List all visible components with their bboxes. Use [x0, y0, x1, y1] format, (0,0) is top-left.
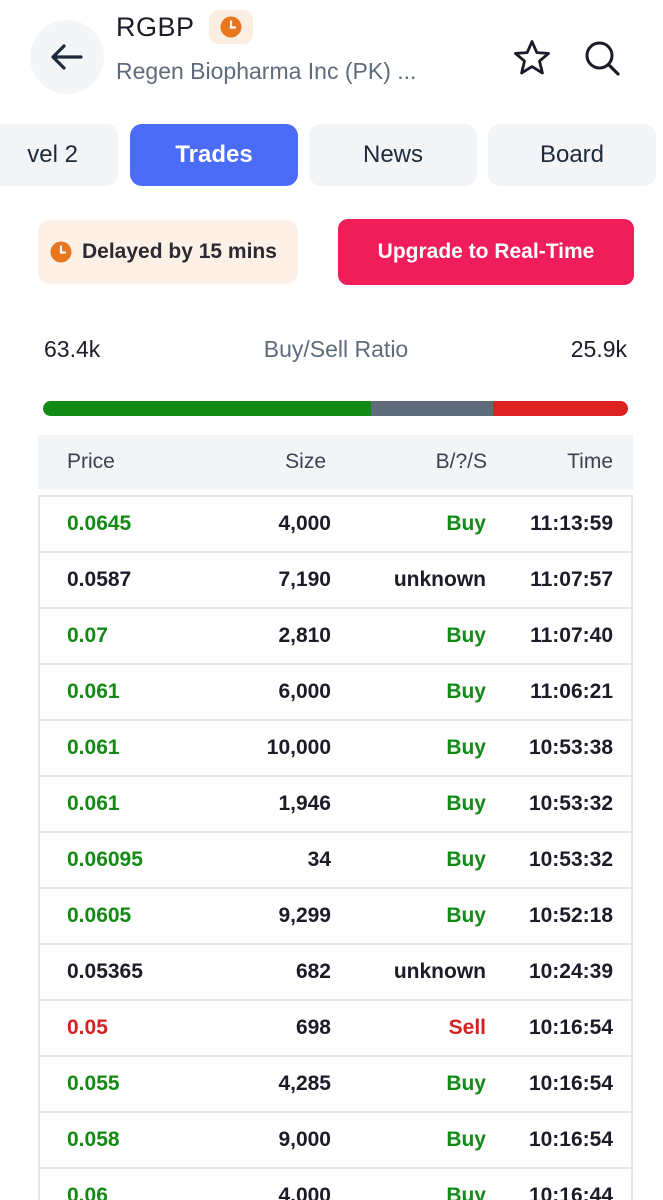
trade-price: 0.06095 — [67, 848, 143, 871]
trade-side: Sell — [448, 1016, 486, 1039]
trade-side: Buy — [446, 1128, 486, 1151]
trade-time: 10:53:32 — [528, 848, 613, 871]
trade-time: 10:16:54 — [528, 1072, 613, 1095]
trade-price: 0.061 — [67, 680, 120, 703]
trade-time: 11:07:57 — [530, 568, 613, 591]
trade-price: 0.0645 — [67, 512, 132, 535]
trade-time: 11:13:59 — [530, 512, 613, 535]
column-header-time: Time — [567, 450, 613, 473]
trade-price: 0.05365 — [67, 960, 143, 983]
column-header-side: B/?/S — [435, 450, 487, 473]
tab-news[interactable]: News — [309, 124, 477, 186]
table-row[interactable]: 0.05 698 Sell 10:16:54 — [40, 1001, 631, 1057]
arrow-left-icon — [51, 44, 83, 70]
delay-notice-label: Delayed by 15 mins — [82, 240, 277, 263]
trade-time: 10:52:18 — [528, 904, 613, 927]
trade-side: Buy — [446, 736, 486, 759]
trade-size: 34 — [307, 848, 331, 871]
table-row[interactable]: 0.07 2,810 Buy 11:07:40 — [40, 609, 631, 665]
trade-size: 4,000 — [278, 512, 331, 535]
trade-size: 2,810 — [278, 624, 331, 647]
trade-size: 7,190 — [278, 568, 331, 591]
trade-time: 10:53:32 — [528, 792, 613, 815]
column-header-price: Price — [67, 450, 115, 473]
tab-trades[interactable]: Trades — [130, 124, 298, 186]
table-row[interactable]: 0.061 1,946 Buy 10:53:32 — [40, 777, 631, 833]
trade-side: Buy — [446, 904, 486, 927]
trade-side: unknown — [393, 568, 486, 591]
upgrade-realtime-button[interactable]: Upgrade to Real-Time — [338, 219, 634, 285]
trade-time: 10:16:54 — [528, 1128, 613, 1151]
tab-level-2[interactable]: vel 2 — [0, 124, 118, 186]
table-row[interactable]: 0.06095 34 Buy 10:53:32 — [40, 833, 631, 889]
trade-time: 10:16:44 — [528, 1184, 613, 1200]
table-row[interactable]: 0.058 9,000 Buy 10:16:54 — [40, 1113, 631, 1169]
table-row[interactable]: 0.055 4,285 Buy 10:16:54 — [40, 1057, 631, 1113]
trade-time: 10:53:38 — [528, 736, 613, 759]
trade-price: 0.0587 — [67, 568, 132, 591]
ratio-bar — [43, 401, 628, 416]
trade-price: 0.0605 — [67, 904, 132, 927]
table-row[interactable]: 0.06 4,000 Buy 10:16:44 — [40, 1169, 631, 1200]
table-row[interactable]: 0.05365 682 unknown 10:24:39 — [40, 945, 631, 1001]
trade-size: 698 — [295, 1016, 331, 1039]
back-button[interactable] — [30, 20, 104, 94]
table-row[interactable]: 0.061 10,000 Buy 10:53:38 — [40, 721, 631, 777]
ticker-row: RGBP — [116, 10, 253, 44]
star-icon — [514, 40, 550, 75]
delay-notice: Delayed by 15 mins — [38, 220, 298, 284]
ratio-label: Buy/Sell Ratio — [263, 336, 409, 362]
trade-price: 0.07 — [67, 624, 108, 647]
trade-side: Buy — [446, 1184, 486, 1200]
trade-side: Buy — [446, 1072, 486, 1095]
trade-price: 0.06 — [67, 1184, 108, 1200]
tab-bar: vel 2 Trades News Board — [0, 124, 663, 188]
trade-time: 11:07:40 — [530, 624, 613, 647]
buy-sell-ratio: 63.4k Buy/Sell Ratio 25.9k — [0, 336, 663, 368]
table-row[interactable]: 0.0587 7,190 unknown 11:07:57 — [40, 553, 631, 609]
trade-price: 0.055 — [67, 1072, 120, 1095]
trade-size: 9,299 — [278, 904, 331, 927]
clock-icon — [50, 241, 72, 263]
trade-side: unknown — [393, 960, 486, 983]
search-icon — [585, 41, 620, 76]
column-header-size: Size — [285, 450, 326, 473]
trades-table: 0.0645 4,000 Buy 11:13:59 0.0587 7,190 unknown… — [38, 495, 633, 1200]
ratio-segment-buy — [43, 401, 371, 416]
trade-size: 4,000 — [278, 1184, 331, 1200]
table-row[interactable]: 0.0645 4,000 Buy 11:13:59 — [40, 497, 631, 553]
trade-side: Buy — [446, 624, 486, 647]
trade-price: 0.058 — [67, 1128, 120, 1151]
watchlist-button[interactable] — [510, 36, 554, 80]
trade-side: Buy — [446, 680, 486, 703]
sell-volume: 25.9k — [570, 336, 627, 362]
trade-time: 11:06:21 — [530, 680, 613, 703]
trade-side: Buy — [446, 512, 486, 535]
table-row[interactable]: 0.061 6,000 Buy 11:06:21 — [40, 665, 631, 721]
trade-price: 0.061 — [67, 736, 120, 759]
trade-size: 9,000 — [278, 1128, 331, 1151]
trade-side: Buy — [446, 792, 486, 815]
table-row[interactable]: 0.0605 9,299 Buy 10:52:18 — [40, 889, 631, 945]
tab-board[interactable]: Board — [488, 124, 656, 186]
trade-side: Buy — [446, 848, 486, 871]
clock-icon — [220, 16, 242, 38]
trade-size: 10,000 — [266, 736, 331, 759]
delay-indicator — [208, 10, 253, 44]
trade-time: 10:24:39 — [528, 960, 613, 983]
ratio-segment-sell — [493, 401, 628, 416]
ticker-symbol: RGBP — [116, 11, 195, 42]
trade-size: 4,285 — [278, 1072, 331, 1095]
trade-price: 0.05 — [67, 1016, 108, 1039]
trade-time: 10:16:54 — [528, 1016, 613, 1039]
company-name: Regen Biopharma Inc (PK) ... — [116, 58, 417, 84]
trade-size: 682 — [295, 960, 331, 983]
trade-size: 1,946 — [278, 792, 331, 815]
ratio-segment-unknown — [370, 401, 494, 416]
search-button[interactable] — [580, 36, 624, 80]
trade-price: 0.061 — [67, 792, 120, 815]
table-header: Price Size B/?/S Time — [38, 435, 633, 489]
trade-size: 6,000 — [278, 680, 331, 703]
trades-screen: RGBP Regen Biopharma Inc (PK) ... vel 2 … — [0, 0, 663, 1200]
